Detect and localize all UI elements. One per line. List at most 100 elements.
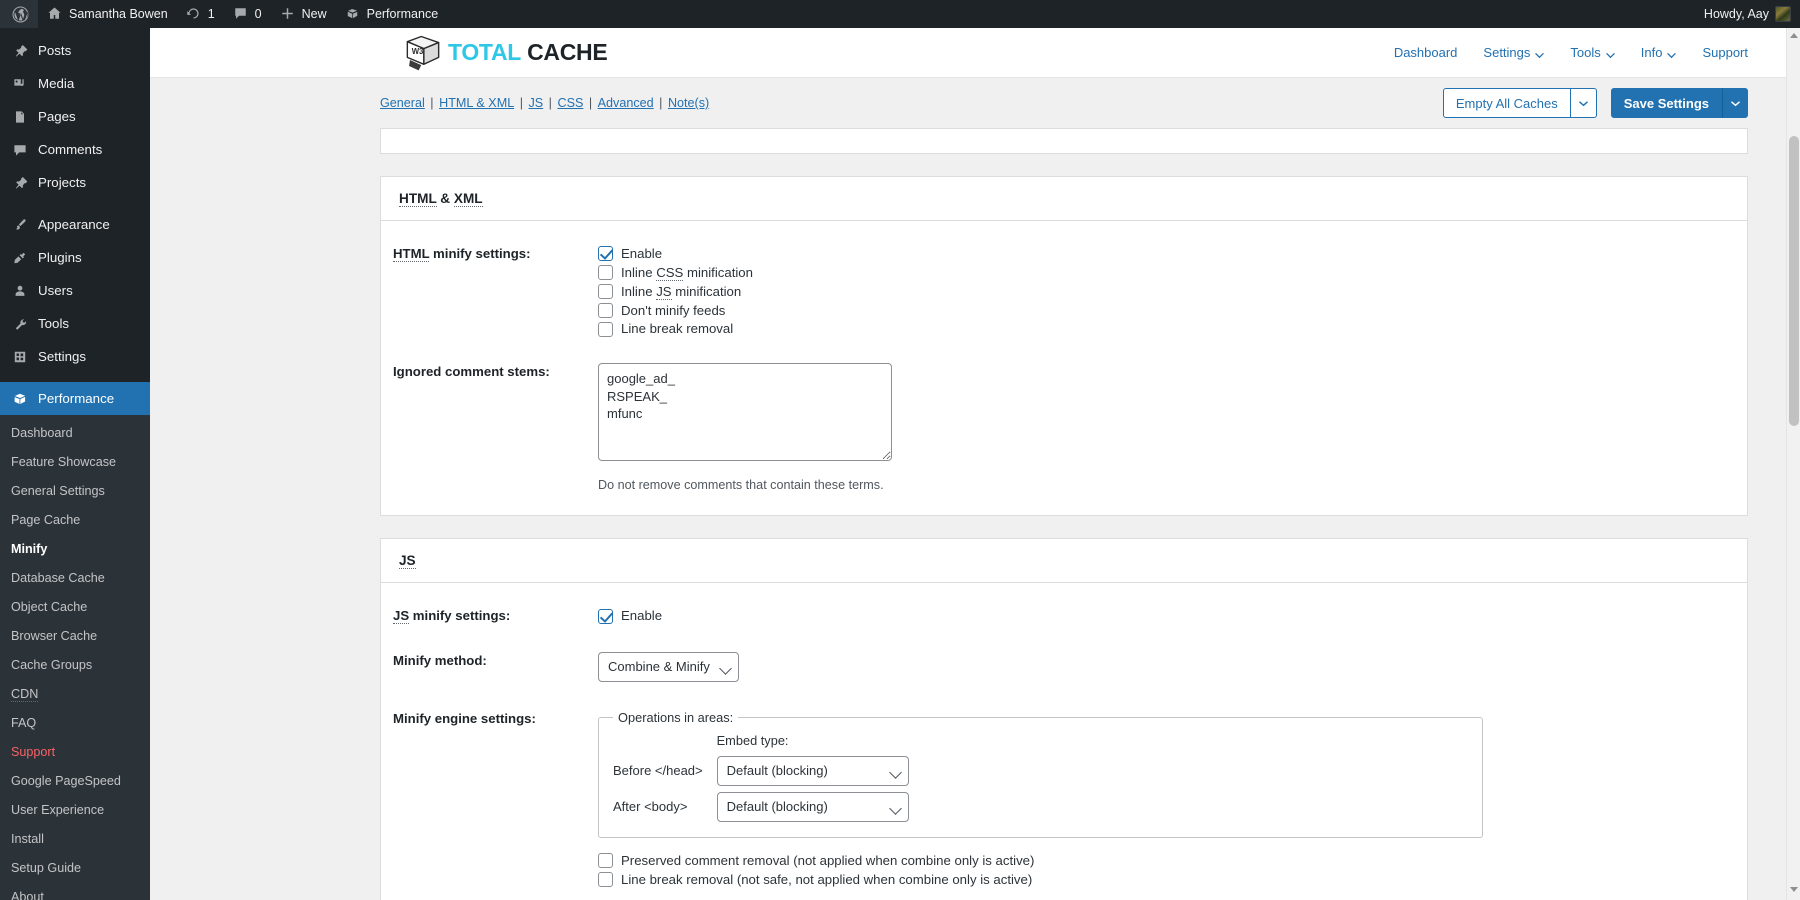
submenu-item-support[interactable]: Support [0, 738, 150, 767]
comments-menu[interactable]: 0 [224, 0, 271, 28]
checkbox-line-break-removal[interactable]: Line break removal [598, 320, 1729, 339]
submenu-item-google-pagespeed[interactable]: Google PageSpeed [0, 767, 150, 796]
minify-method-select[interactable]: Combine & Minify [598, 652, 739, 682]
checkbox-box[interactable] [598, 284, 613, 299]
checkbox-box[interactable] [598, 853, 613, 868]
sidebar-item-tools[interactable]: Tools [0, 307, 150, 340]
new-content-menu[interactable]: New [271, 0, 336, 28]
updates-menu[interactable]: 1 [177, 0, 224, 28]
save-settings-button[interactable]: Save Settings [1611, 88, 1722, 118]
checkbox-dont-minify-feeds[interactable]: Don't minify feeds [598, 302, 1729, 321]
sidebar-item-appearance[interactable]: Appearance [0, 208, 150, 241]
anchor-advanced[interactable]: Advanced [598, 96, 654, 110]
checkbox-label: Inline JS minification [621, 284, 741, 300]
js-panel: JS JS minify settings: Enable Minify [380, 538, 1748, 900]
js-abbr: JS [656, 284, 671, 300]
submenu-item-cache-groups[interactable]: Cache Groups [0, 651, 150, 680]
scroll-down-arrow[interactable] [1790, 887, 1798, 895]
chevron-down-icon [1731, 96, 1740, 111]
submenu-item-cdn[interactable]: CDN [0, 680, 150, 709]
minify-method-row: Minify method: Combine & Minify [381, 632, 1747, 688]
checkbox-box[interactable] [598, 265, 613, 280]
sidebar-item-comments[interactable]: Comments [0, 133, 150, 166]
sidebar-item-performance[interactable]: Performance [0, 382, 150, 415]
anchor-html-xml[interactable]: HTML & XML [439, 96, 514, 110]
submenu-item-minify[interactable]: Minify [0, 535, 150, 564]
pin-icon [11, 174, 29, 192]
checkbox-box[interactable] [598, 303, 613, 318]
sidebar-label: Projects [38, 176, 86, 189]
embed-select-wrap: Default (blocking) [717, 756, 909, 786]
js-abbr: JS [399, 553, 416, 569]
sidebar-separator [0, 199, 150, 208]
checkbox-box[interactable] [598, 609, 613, 624]
ignored-comment-stems-textarea[interactable]: google_ad_ RSPEAK_ mfunc [598, 363, 892, 461]
wordpress-logo-menu[interactable] [0, 0, 38, 28]
submenu-item-faq[interactable]: FAQ [0, 709, 150, 738]
site-name-menu[interactable]: Samantha Bowen [38, 0, 177, 28]
checkbox-preserved-comment-removal[interactable]: Preserved comment removal (not applied w… [598, 852, 1729, 871]
submenu-item-browser-cache[interactable]: Browser Cache [0, 622, 150, 651]
sidebar-item-posts[interactable]: Posts [0, 34, 150, 67]
area-label-after-body: After <body> [613, 789, 717, 825]
checkbox-label: Enable [621, 246, 662, 262]
comments-count: 0 [255, 7, 262, 21]
embed-type-select-after-body[interactable]: Default (blocking) [717, 792, 909, 822]
sidebar-label: Pages [38, 110, 76, 123]
nav-tools[interactable]: Tools [1570, 45, 1614, 60]
checkbox-html-enable[interactable]: Enable [598, 245, 1729, 264]
nav-support[interactable]: Support [1702, 45, 1748, 60]
checkbox-js-enable[interactable]: Enable [598, 607, 1729, 626]
performance-submenu: Dashboard Feature Showcase General Setti… [0, 415, 150, 900]
anchor-js[interactable]: JS [528, 96, 543, 110]
submenu-item-dashboard[interactable]: Dashboard [0, 419, 150, 448]
html-xml-panel-title: HTML & XML [381, 177, 1747, 221]
save-settings-dropdown-toggle[interactable] [1722, 88, 1748, 118]
anchor-notes[interactable]: Note(s) [668, 96, 709, 110]
nav-info[interactable]: Info [1641, 45, 1677, 60]
submenu-item-install[interactable]: Install [0, 825, 150, 854]
checkbox-box[interactable] [598, 246, 613, 261]
submenu-item-about[interactable]: About [0, 883, 150, 900]
submenu-item-general-settings[interactable]: General Settings [0, 477, 150, 506]
ignored-comment-stems-help: Do not remove comments that contain thes… [598, 476, 1729, 495]
sidebar-item-plugins[interactable]: Plugins [0, 241, 150, 274]
nav-settings[interactable]: Settings [1483, 45, 1544, 60]
checkbox-box[interactable] [598, 322, 613, 337]
sidebar-item-projects[interactable]: Projects [0, 166, 150, 199]
submenu-item-database-cache[interactable]: Database Cache [0, 564, 150, 593]
anchor-divider: | [543, 96, 557, 110]
empty-all-caches-dropdown-toggle[interactable] [1571, 88, 1597, 118]
scroll-up-arrow[interactable] [1790, 33, 1798, 41]
submenu-item-feature-showcase[interactable]: Feature Showcase [0, 448, 150, 477]
anchor-css[interactable]: CSS [557, 96, 583, 110]
checkbox-js-line-break-removal[interactable]: Line break removal (not safe, not applie… [598, 871, 1729, 890]
anchor-general[interactable]: General [380, 96, 425, 110]
anchor-divider: | [654, 96, 668, 110]
performance-menu[interactable]: Performance [336, 0, 448, 28]
settings-content: HTML & XML HTML minify settings: Enable [150, 128, 1788, 900]
sidebar-item-users[interactable]: Users [0, 274, 150, 307]
embed-type-select-before-head[interactable]: Default (blocking) [717, 756, 909, 786]
svg-text:W3: W3 [412, 46, 424, 55]
checkbox-box[interactable] [598, 872, 613, 887]
checkbox-inline-js-minification[interactable]: Inline JS minification [598, 283, 1729, 302]
submenu-item-setup-guide[interactable]: Setup Guide [0, 854, 150, 883]
w3tc-plugin-header: W3 TOTAL CACHE Dashboard Settings Tools [150, 28, 1788, 78]
wrench-icon [11, 315, 29, 333]
sidebar-item-pages[interactable]: Pages [0, 100, 150, 133]
empty-all-caches-button[interactable]: Empty All Caches [1443, 88, 1571, 118]
page-scrollbar[interactable] [1786, 28, 1800, 900]
operations-in-areas-legend: Operations in areas: [613, 710, 738, 725]
sidebar-item-settings[interactable]: Settings [0, 340, 150, 373]
sidebar-item-media[interactable]: Media [0, 67, 150, 100]
my-account-menu[interactable]: Howdy, Aay [1695, 0, 1800, 28]
submenu-item-object-cache[interactable]: Object Cache [0, 593, 150, 622]
scrollbar-thumb[interactable] [1789, 136, 1799, 426]
submenu-item-user-experience[interactable]: User Experience [0, 796, 150, 825]
checkbox-inline-css-minification[interactable]: Inline CSS minification [598, 264, 1729, 283]
sidebar-label: Appearance [38, 218, 110, 231]
nav-label: Tools [1570, 45, 1600, 60]
submenu-item-page-cache[interactable]: Page Cache [0, 506, 150, 535]
nav-dashboard[interactable]: Dashboard [1394, 45, 1458, 60]
